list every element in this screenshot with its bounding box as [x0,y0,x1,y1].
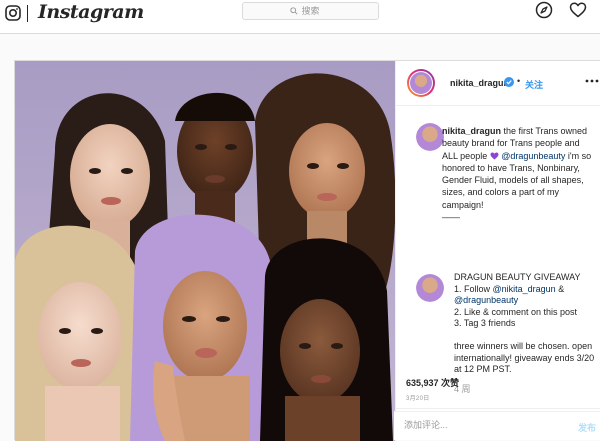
comment-avatar[interactable] [416,274,444,302]
post-header: nikita_dragun • 关注 [396,61,600,106]
search-box[interactable] [242,2,379,20]
more-options-icon[interactable] [585,78,599,84]
giveaway-comment: DRAGUN BEAUTY GIVEAWAY 1. Follow @nikita… [454,272,600,376]
comment-input-bar: 发布 [394,411,600,440]
logo-divider [27,5,28,22]
purple-heart-icon [490,152,499,160]
caption-username[interactable]: nikita_dragun [442,126,501,136]
author-username[interactable]: nikita_dragun [450,78,509,88]
comment-line: 2. Like & comment on this post [454,306,578,317]
search-input[interactable] [301,6,332,16]
comment-mention-brand[interactable]: @dragunbeauty [454,295,518,305]
camera-icon[interactable] [5,5,21,21]
comment-line: 1. Follow @nikita_dragun & [454,283,565,294]
comment-line: DRAGUN BEAUTY GIVEAWAY [454,272,581,282]
group-portrait-image [15,61,395,441]
top-navigation-bar: Instagram [0,0,600,34]
compass-icon[interactable] [535,1,553,19]
caption-text: nikita_dragun the first Trans owned beau… [442,125,592,223]
comment-line: 3. Tag 3 friends [454,318,516,328]
follow-button[interactable]: 关注 [525,78,543,91]
post-card: nikita_dragun • 关注 nikita_dragun the fir… [14,60,600,441]
instagram-wordmark[interactable]: Instagram [38,1,144,23]
header-separator: • [517,76,521,86]
verified-badge-icon [504,77,514,87]
author-avatar[interactable] [407,69,435,97]
caption-mention-brand[interactable]: @dragunbeauty [501,151,565,161]
comment-input[interactable] [404,420,554,430]
caption-divider: —— [442,212,460,223]
comment-line: three winners will be chosen. open inter… [454,341,595,374]
post-photo[interactable] [15,61,395,441]
caption-avatar[interactable] [416,123,444,151]
like-count[interactable]: 635,937 次赞 [406,376,459,389]
post-comment-button[interactable]: 发布 [578,421,596,434]
heart-icon[interactable] [569,1,587,19]
search-icon [289,7,298,15]
post-date: 3月20日 [406,396,430,402]
comment-mention-user[interactable]: @nikita_dragun [493,284,556,294]
